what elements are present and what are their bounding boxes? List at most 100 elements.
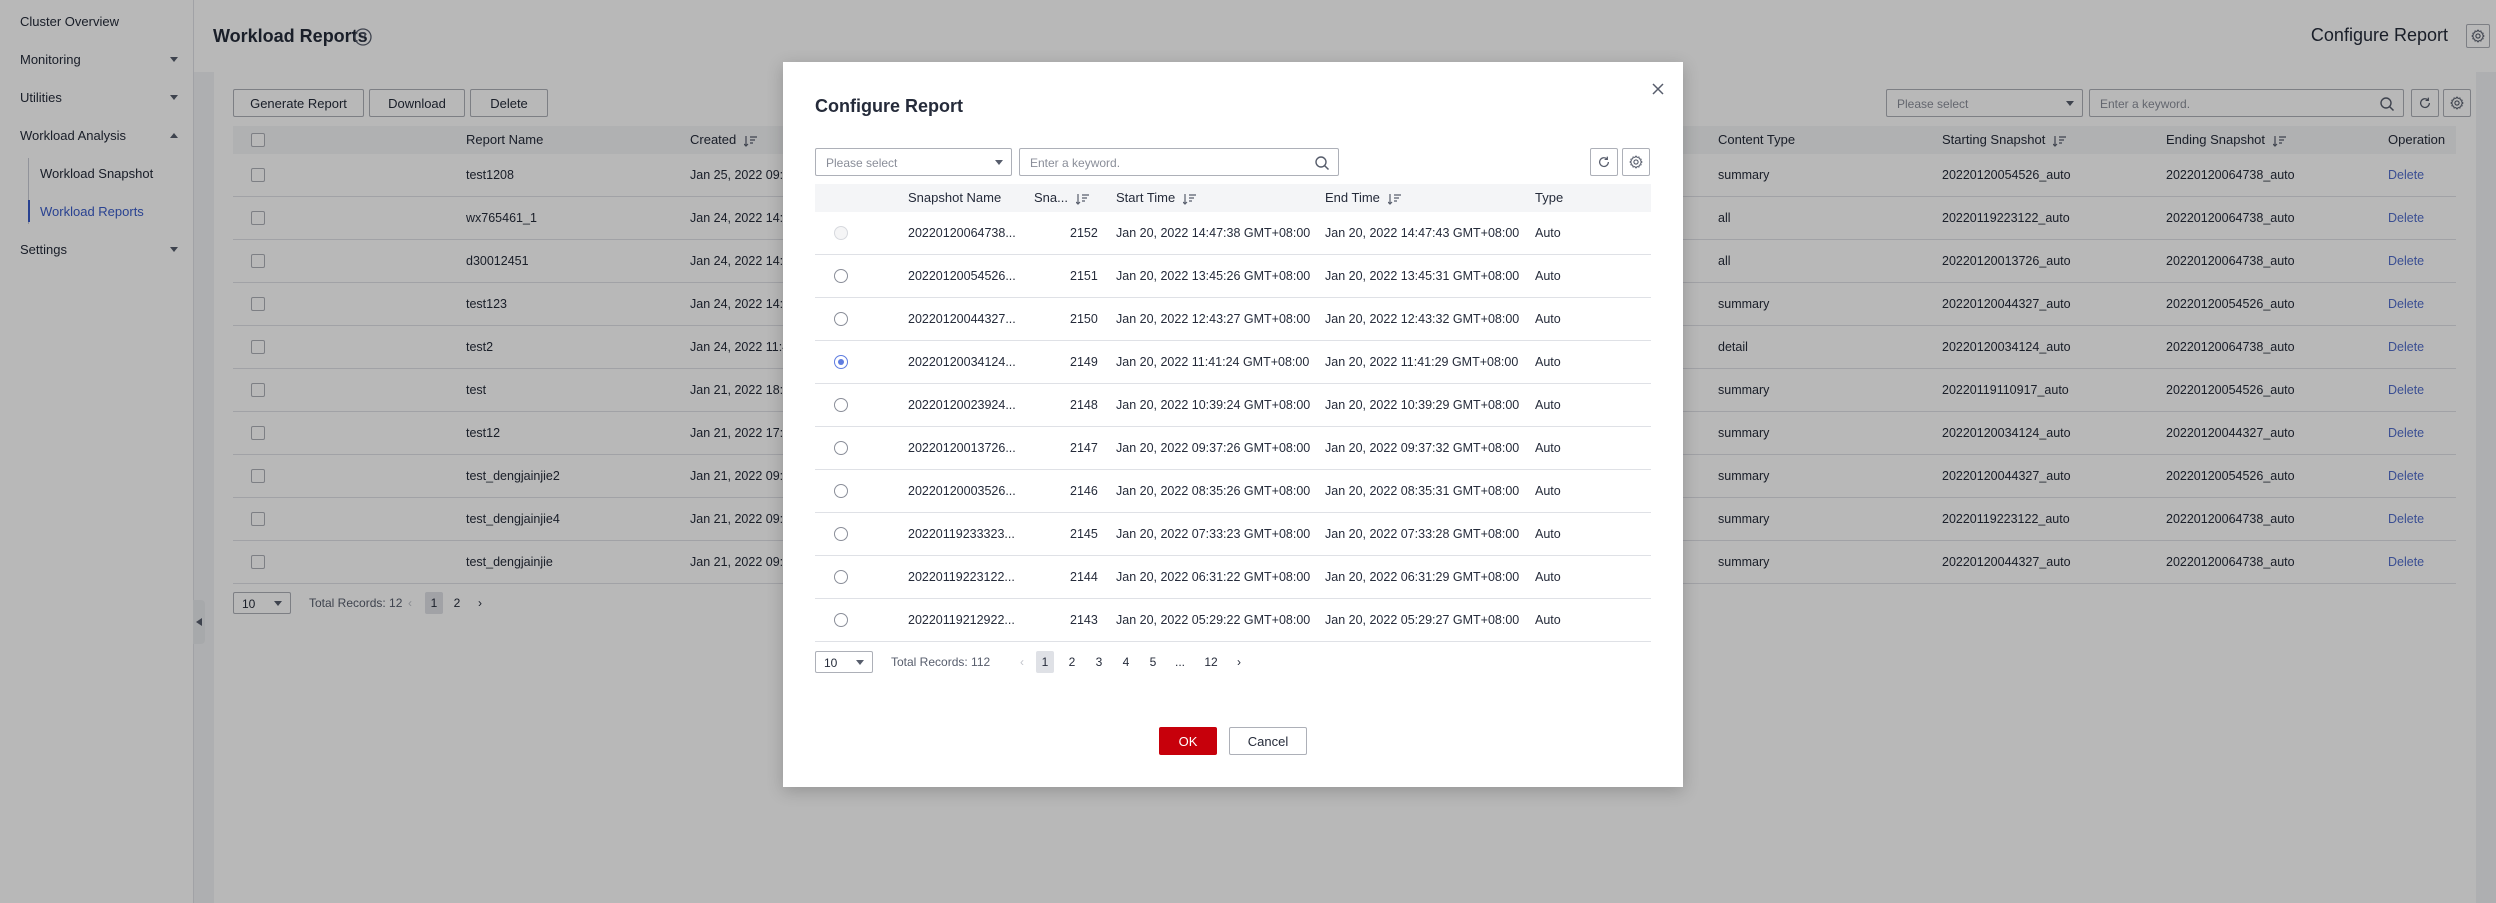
cell-end-time: Jan 20, 2022 13:45:31 GMT+08:00 (1325, 269, 1520, 283)
cell-start-time: Jan 20, 2022 10:39:24 GMT+08:00 (1116, 398, 1311, 412)
snapshot-pagination: 10 Total Records: 112 ‹ 1 2 3 4 5 ... 12… (815, 651, 1315, 675)
row-radio[interactable] (834, 269, 848, 283)
cell-end-time: Jan 20, 2022 07:33:28 GMT+08:00 (1325, 527, 1520, 541)
col-snapshot-id[interactable]: Sna... (1034, 184, 1090, 212)
row-radio[interactable] (834, 484, 848, 498)
cell-snapshot-id: 2149 (1070, 355, 1098, 369)
cell-start-time: Jan 20, 2022 07:33:23 GMT+08:00 (1116, 527, 1311, 541)
cell-snapshot-id: 2144 (1070, 570, 1098, 584)
cell-end-time: Jan 20, 2022 08:35:31 GMT+08:00 (1325, 484, 1520, 498)
cell-snapshot-name: 20220120003526... (908, 484, 1016, 498)
page-3[interactable]: 3 (1090, 651, 1108, 673)
page-12[interactable]: 12 (1199, 651, 1223, 673)
table-row[interactable]: 20220120064738... 2152 Jan 20, 2022 14:47:… (815, 212, 1651, 255)
cell-start-time: Jan 20, 2022 11:41:24 GMT+08:00 (1116, 355, 1310, 369)
filter-placeholder: Please select (826, 156, 898, 170)
sort-icon (1387, 193, 1401, 205)
cancel-button[interactable]: Cancel (1229, 727, 1307, 755)
total-records: Total Records: 112 (891, 655, 991, 669)
search-placeholder: Enter a keyword. (1030, 156, 1121, 170)
close-icon (1652, 83, 1664, 95)
page-ellipsis[interactable]: ... (1171, 651, 1189, 673)
snapshot-search-input[interactable]: Enter a keyword. (1019, 148, 1339, 176)
chevron-down-icon (856, 660, 864, 665)
cell-snapshot-id: 2151 (1070, 269, 1098, 283)
cell-type: Auto (1535, 527, 1561, 541)
row-radio[interactable] (834, 441, 848, 455)
cell-start-time: Jan 20, 2022 13:45:26 GMT+08:00 (1116, 269, 1311, 283)
cell-end-time: Jan 20, 2022 12:43:32 GMT+08:00 (1325, 312, 1520, 326)
table-row[interactable]: 20220119212922... 2143 Jan 20, 2022 05:29:… (815, 599, 1651, 642)
cell-snapshot-id: 2152 (1070, 226, 1098, 240)
cell-type: Auto (1535, 312, 1561, 326)
col-start-time[interactable]: Start Time (1116, 184, 1197, 212)
cell-end-time: Jan 20, 2022 06:31:29 GMT+08:00 (1325, 570, 1520, 584)
page-2[interactable]: 2 (1063, 651, 1081, 673)
cell-snapshot-id: 2145 (1070, 527, 1098, 541)
prev-page-button[interactable]: ‹ (1013, 651, 1031, 673)
cell-start-time: Jan 20, 2022 08:35:26 GMT+08:00 (1116, 484, 1311, 498)
table-row[interactable]: 20220119233323... 2145 Jan 20, 2022 07:33:… (815, 513, 1651, 556)
configure-report-dialog: Configure Report Please select Enter a k… (783, 62, 1683, 787)
row-radio[interactable] (834, 613, 848, 627)
col-snapshot-name: Snapshot Name (908, 190, 1002, 205)
table-row[interactable]: 20220120013726... 2147 Jan 20, 2022 09:37:… (815, 427, 1651, 470)
next-page-button[interactable]: › (1230, 651, 1248, 673)
col-type: Type (1535, 190, 1564, 205)
row-radio[interactable] (834, 398, 848, 412)
row-radio[interactable] (834, 312, 848, 326)
gear-icon (1629, 155, 1643, 169)
table-row[interactable]: 20220120023924... 2148 Jan 20, 2022 10:39:… (815, 384, 1651, 427)
dialog-title: Configure Report (815, 96, 963, 116)
row-radio[interactable] (834, 355, 848, 369)
cell-start-time: Jan 20, 2022 12:43:27 GMT+08:00 (1116, 312, 1311, 326)
row-radio[interactable] (834, 527, 848, 541)
cell-snapshot-name: 20220120044327... (908, 312, 1016, 326)
table-row[interactable]: 20220119223122... 2144 Jan 20, 2022 06:31:… (815, 556, 1651, 599)
search-icon (1315, 156, 1330, 171)
chevron-down-icon (995, 160, 1003, 165)
cell-type: Auto (1535, 226, 1561, 240)
cell-snapshot-name: 20220119223122... (908, 570, 1015, 584)
sort-icon (1183, 193, 1197, 205)
page-4[interactable]: 4 (1117, 651, 1135, 673)
ok-button[interactable]: OK (1159, 727, 1217, 755)
table-row[interactable]: 20220120054526... 2151 Jan 20, 2022 13:45:… (815, 255, 1651, 298)
cell-snapshot-id: 2146 (1070, 484, 1098, 498)
cell-type: Auto (1535, 570, 1561, 584)
cell-end-time: Jan 20, 2022 14:47:43 GMT+08:00 (1325, 226, 1520, 240)
row-radio (834, 226, 848, 240)
cell-snapshot-name: 20220119212922... (908, 613, 1015, 627)
cell-type: Auto (1535, 355, 1561, 369)
cell-start-time: Jan 20, 2022 05:29:22 GMT+08:00 (1116, 613, 1311, 627)
page-1[interactable]: 1 (1036, 651, 1054, 673)
cell-snapshot-id: 2148 (1070, 398, 1098, 412)
cell-start-time: Jan 20, 2022 14:47:38 GMT+08:00 (1116, 226, 1311, 240)
cell-snapshot-id: 2147 (1070, 441, 1098, 455)
cell-snapshot-id: 2143 (1070, 613, 1098, 627)
col-end-time[interactable]: End Time (1325, 184, 1402, 212)
page-size-select[interactable]: 10 (815, 651, 873, 673)
cell-snapshot-name: 20220120034124... (908, 355, 1016, 369)
cell-end-time: Jan 20, 2022 11:41:29 GMT+08:00 (1325, 355, 1519, 369)
cell-snapshot-name: 20220120013726... (908, 441, 1016, 455)
cell-type: Auto (1535, 613, 1561, 627)
refresh-icon (1599, 156, 1609, 168)
table-row[interactable]: 20220120034124... 2149 Jan 20, 2022 11:41:… (815, 341, 1651, 384)
table-row[interactable]: 20220120003526... 2146 Jan 20, 2022 08:35:… (815, 470, 1651, 513)
sort-icon (1075, 193, 1089, 205)
cell-start-time: Jan 20, 2022 09:37:26 GMT+08:00 (1116, 441, 1311, 455)
close-button[interactable] (1649, 80, 1667, 98)
cell-snapshot-name: 20220120023924... (908, 398, 1016, 412)
snapshot-table-header: Snapshot Name Sna... Start Time End Time… (815, 184, 1651, 212)
snapshot-table-settings-button[interactable] (1622, 148, 1650, 176)
cell-type: Auto (1535, 398, 1561, 412)
cell-end-time: Jan 20, 2022 10:39:29 GMT+08:00 (1325, 398, 1520, 412)
snapshot-refresh-button[interactable] (1590, 148, 1618, 176)
row-radio[interactable] (834, 570, 848, 584)
snapshot-filter-select[interactable]: Please select (815, 148, 1012, 176)
table-row[interactable]: 20220120044327... 2150 Jan 20, 2022 12:43:… (815, 298, 1651, 341)
page-5[interactable]: 5 (1144, 651, 1162, 673)
cell-snapshot-name: 20220119233323... (908, 527, 1015, 541)
cell-type: Auto (1535, 484, 1561, 498)
